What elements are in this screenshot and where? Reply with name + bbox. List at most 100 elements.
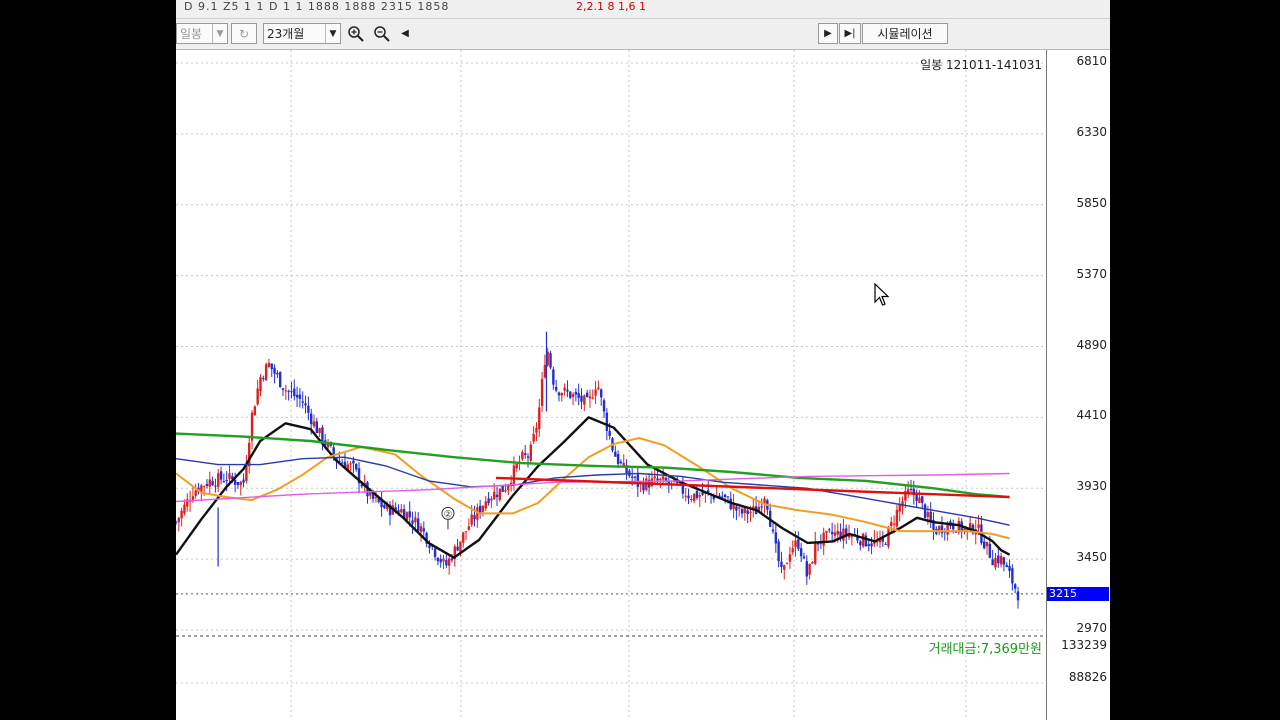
ma-line-3 — [176, 432, 1010, 499]
candle-body — [194, 490, 197, 496]
candle-body — [228, 473, 231, 479]
last-price-badge: 3215 — [1047, 586, 1109, 601]
candle-body — [208, 479, 211, 487]
refresh-icon[interactable]: ↻ — [231, 23, 257, 44]
candle-body — [760, 506, 763, 508]
candle-body — [309, 413, 313, 425]
candle-body — [805, 561, 808, 577]
candle-body — [1002, 557, 1006, 565]
candle-body — [512, 465, 516, 484]
zoom-in-icon[interactable] — [344, 23, 368, 44]
candle-body — [797, 539, 800, 549]
mouse-cursor-icon — [874, 283, 890, 306]
candle-body — [633, 476, 637, 478]
candle-body — [814, 541, 817, 564]
candle-body — [988, 543, 992, 558]
scroll-left-icon[interactable]: ◀ — [396, 23, 414, 44]
candle-body — [442, 558, 445, 562]
candle-body — [262, 377, 265, 379]
y-tick-label: 6330 — [1076, 124, 1107, 139]
candle-body — [176, 521, 178, 523]
candle-body — [608, 430, 611, 437]
candle-body — [242, 479, 245, 483]
candle-body — [549, 353, 552, 368]
candle-body — [723, 494, 727, 497]
y-tick-label: 4890 — [1076, 337, 1107, 352]
candle-body — [614, 451, 617, 457]
candle-body — [616, 454, 620, 464]
candle-body — [355, 463, 358, 470]
candle-body — [721, 496, 724, 498]
candle-body — [236, 482, 240, 486]
candle-body — [222, 481, 226, 483]
candle-body — [439, 559, 442, 563]
period-select[interactable]: 일봉 ▼ — [176, 23, 228, 44]
candle-body — [532, 433, 535, 442]
candle-body — [352, 460, 355, 464]
candle-body — [416, 518, 420, 532]
candle-body — [281, 388, 285, 390]
candle-body — [543, 364, 547, 378]
candle-body — [419, 526, 423, 532]
simulation-button[interactable]: 시뮬레이션 — [862, 23, 948, 44]
candle-body — [526, 456, 530, 458]
candle-body — [892, 523, 896, 525]
candle-body — [557, 392, 561, 396]
play-icon[interactable]: ▶ — [818, 23, 838, 44]
candle-body — [842, 528, 845, 541]
play-to-end-icon[interactable]: ▶| — [839, 23, 861, 44]
volume-tick: 133239 — [1061, 638, 1107, 652]
candle-body — [870, 543, 873, 547]
candle-body — [478, 505, 482, 513]
candle-body — [535, 427, 538, 433]
candle-body — [273, 367, 276, 374]
candle-body — [414, 517, 417, 523]
candle-body — [909, 489, 913, 491]
candle-body — [1013, 584, 1017, 589]
candle-body — [301, 401, 304, 403]
candle-body — [774, 532, 778, 544]
candle-body — [597, 387, 600, 390]
y-tick-label: 4410 — [1076, 408, 1107, 423]
quote-bar: D 9.1 Z5 1 1 D 1 1 1888 1888 2315 1858 2… — [176, 0, 1110, 19]
candle-body — [746, 510, 749, 515]
candle-body — [977, 524, 980, 528]
candle-body — [836, 530, 839, 535]
candle-body — [698, 495, 701, 497]
candle-body — [799, 548, 803, 557]
candle-body — [473, 515, 476, 520]
candle-body — [540, 379, 544, 406]
candle-body — [1005, 564, 1008, 568]
candle-body — [253, 406, 257, 416]
price-chart[interactable]: ② 일봉 121011-141031 거래대금:7,369만원 — [176, 50, 1046, 720]
candle-body — [447, 558, 451, 566]
candle-body — [256, 388, 259, 405]
candle-body — [450, 558, 454, 561]
candle-body — [735, 506, 738, 511]
volume-tick: 88826 — [1068, 670, 1107, 684]
zoom-out-icon[interactable] — [370, 23, 394, 44]
candle-body — [864, 535, 868, 547]
candle-body — [459, 541, 462, 552]
candle-body — [749, 511, 752, 513]
annotation-label: ② — [443, 509, 452, 520]
candle-body — [298, 394, 302, 399]
candle-body — [493, 491, 496, 500]
candle-body — [861, 533, 865, 547]
candle-body — [304, 403, 307, 406]
candle-body — [504, 489, 507, 492]
candle-body — [667, 481, 671, 484]
candle-body — [594, 389, 597, 396]
candle-body — [563, 387, 566, 391]
candle-body — [523, 453, 527, 456]
quote-text: D 9.1 Z5 1 1 D 1 1 1888 1888 2315 1858 — [184, 0, 450, 13]
candle-body — [180, 510, 183, 519]
candle-body — [631, 476, 634, 478]
candle-body — [588, 396, 592, 399]
candle-body — [509, 482, 513, 485]
candle-body — [214, 485, 217, 487]
candle-body — [554, 386, 558, 391]
candle-body — [771, 529, 775, 532]
range-select[interactable]: 23개월 ▼ — [263, 23, 341, 44]
candle-body — [487, 498, 490, 504]
